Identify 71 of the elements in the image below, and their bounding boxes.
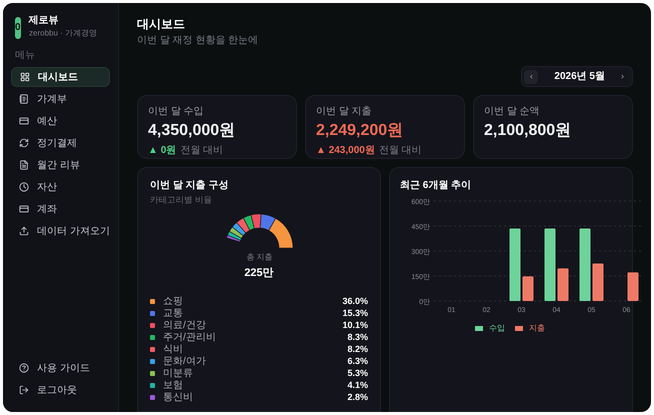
category-percent: 36.0%	[342, 294, 368, 308]
change-amount: ▲ 0원	[148, 144, 176, 158]
change-note: 전월 대비	[180, 144, 224, 158]
legend-swatch	[515, 326, 523, 331]
nav-item[interactable]: 계좌	[11, 199, 110, 219]
category-percent: 8.3%	[347, 330, 368, 344]
legend-label: 지출	[529, 323, 545, 334]
category-name: 식비	[163, 343, 183, 356]
notebook-icon	[19, 94, 29, 104]
nav-item[interactable]: 정기결제	[11, 133, 110, 153]
nav-item[interactable]: 가계부	[11, 89, 110, 109]
card-icon	[19, 116, 29, 126]
category-percent: 15.3%	[342, 306, 368, 320]
legend-swatch	[475, 326, 483, 331]
card-label: 이번 달 순액	[484, 105, 540, 119]
section-label: 메뉴	[14, 49, 36, 63]
category-name: 교통	[163, 307, 183, 320]
card-value: 4,350,000원	[148, 121, 236, 141]
bar	[628, 272, 638, 301]
month-label: 2026년 5월	[553, 70, 606, 84]
previous-month-button[interactable]: ‹	[524, 70, 538, 84]
category-percent: 4.1%	[347, 378, 368, 392]
category-name: 주거/관리비	[163, 331, 216, 344]
category-name: 미분류	[163, 367, 193, 380]
nav-item[interactable]: 대시보드	[11, 67, 110, 87]
grid-icon	[20, 72, 30, 82]
nav-item[interactable]: 월간 리뷰	[11, 155, 110, 175]
logo: 0	[15, 16, 21, 38]
category-percent: 10.1%	[342, 318, 368, 332]
refresh-icon	[19, 138, 29, 148]
donut-value: 225만	[244, 266, 274, 281]
card-label: 이번 달 지출	[316, 105, 372, 119]
card-icon	[19, 204, 29, 214]
page-subtitle: 이번 달 재정 현황을 한눈에	[137, 34, 260, 48]
donut-chart	[225, 214, 293, 248]
category-percent: 5.3%	[347, 366, 368, 380]
category-percent: 2.8%	[347, 390, 368, 404]
logout-icon	[19, 385, 29, 395]
category-name: 쇼핑	[163, 295, 183, 308]
card-value: 2,249,200원	[316, 121, 404, 141]
app-name: 제로뷰	[28, 15, 60, 28]
nav-item[interactable]: 자산	[11, 177, 110, 197]
card-title: 최근 6개월 추이	[400, 179, 472, 193]
category-name: 통신비	[163, 391, 193, 405]
nav-item[interactable]: 예산	[11, 111, 110, 131]
card-label: 이번 달 수입	[148, 105, 204, 119]
card-title: 이번 달 지출 구성	[150, 179, 228, 193]
next-month-button[interactable]: ›	[621, 70, 624, 84]
document-icon	[19, 160, 29, 170]
legend-label: 수입	[489, 323, 505, 334]
category-percent: 8.2%	[347, 342, 368, 356]
card-subtitle: 카테고리별 비율	[150, 194, 212, 207]
nav-item[interactable]: 로그아웃	[11, 380, 110, 400]
clock-icon	[19, 182, 29, 192]
app-subtitle: zerobbu · 가계경영	[28, 28, 97, 39]
nav-item[interactable]: 사용 가이드	[11, 358, 110, 378]
change-amount: ▲ 243,000원	[316, 144, 375, 158]
page-title: 대시보드	[137, 16, 186, 33]
category-name: 보험	[163, 379, 183, 392]
bar	[558, 268, 568, 301]
card-value: 2,100,800원	[484, 121, 572, 141]
category-name: 문화/여가	[163, 355, 206, 368]
bar	[592, 264, 604, 301]
upload-icon	[19, 226, 29, 236]
nav-item[interactable]: 데이터 가져오기	[11, 221, 110, 241]
help-icon	[19, 363, 29, 373]
bar	[522, 276, 534, 301]
change-note: 전월 대비	[378, 144, 422, 158]
category-percent: 6.3%	[347, 354, 368, 368]
category-name: 의료/건강	[163, 319, 206, 332]
donut-label: 총 지출	[246, 252, 272, 264]
